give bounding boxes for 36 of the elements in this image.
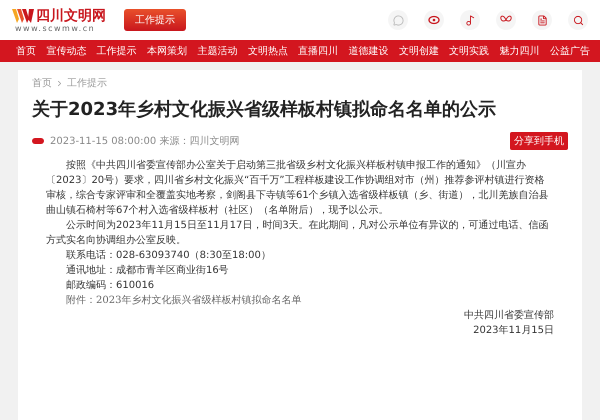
nav-item[interactable]: 道德建设 [348, 44, 389, 58]
logo-icon [12, 8, 34, 22]
attachment-link[interactable]: 附件：2023年乡村文化振兴省级样板村镇拟命名名单 [46, 293, 554, 308]
section-badge: 工作提示 [124, 9, 186, 31]
body-paragraph: 按照《中共四川省委宣传部办公室关于启动第三批省级乡村文化振兴样板村镇申报工作的通知》（川宣办〔2023〕20号）要求，四川省乡村文化振兴“百千万”工程样板建设工作协调组对市（州）推荐参评村镇进行资格审核，综合专家评审和全覆盖实地考察，剑阁县下寺镇等61个乡镇入选省级样板镇（乡、街道），北川羌族自治县曲山镇石椅村等67个村入选省级样板村（社区）（名单附后），现予以公示。 [46, 158, 550, 218]
article-meta: 2023-11-15 08:00:00 来源：四川文明网 [50, 134, 240, 148]
document-icon[interactable] [532, 10, 552, 30]
butterfly-icon[interactable] [496, 10, 516, 30]
nav-item[interactable]: 公益广告 [550, 44, 590, 58]
nav-item[interactable]: 魅力四川 [500, 44, 540, 58]
signature-line: 2023年11月15日 [472, 324, 554, 338]
signature-line: 中共四川省委宣传部 [463, 308, 554, 323]
nav-item[interactable]: 本网策划 [147, 44, 188, 58]
search-icon[interactable] [568, 10, 588, 30]
nav-item[interactable]: 主题活动 [197, 44, 238, 58]
nav-item[interactable]: 工作提示 [96, 44, 137, 58]
pill-icon [32, 138, 44, 144]
article-title: 关于2023年乡村文化振兴省级样板村镇拟命名名单的公示 [32, 98, 498, 122]
body-paragraph: 公示时间为2023年11月15日至11月17日，时间3天。在此期间，凡对公示单位有异议的，可通过电话、信函方式实名向协调组办公室反映。 [46, 218, 550, 248]
nav-item[interactable]: 文明实践 [449, 44, 490, 58]
breadcrumb-link[interactable]: 首页 [32, 76, 52, 90]
nav-item[interactable]: 首页 [16, 44, 36, 58]
contact-line: 通讯地址：成都市青羊区商业街16号 [65, 264, 230, 278]
share-button[interactable]: 分享到手机 [510, 132, 568, 150]
nav-item[interactable]: 直播四川 [298, 44, 338, 58]
nav-item[interactable]: 文明热点 [248, 44, 288, 58]
music-note-icon[interactable] [460, 10, 480, 30]
nav-item[interactable]: 文明创建 [398, 44, 439, 58]
site-name: 四川文明网 [36, 8, 106, 24]
eye-icon[interactable] [424, 10, 444, 30]
nav-item[interactable]: 宣传动态 [46, 44, 86, 58]
site-url: www.scwmw.cn [15, 24, 96, 32]
contact-line: 联系电话：028-63093740（8:30至18:00） [65, 248, 272, 263]
chevron-icon [55, 78, 64, 88]
breadcrumb-link[interactable]: 工作提示 [67, 76, 107, 90]
contact-line: 邮政编码：610016 [65, 278, 156, 293]
